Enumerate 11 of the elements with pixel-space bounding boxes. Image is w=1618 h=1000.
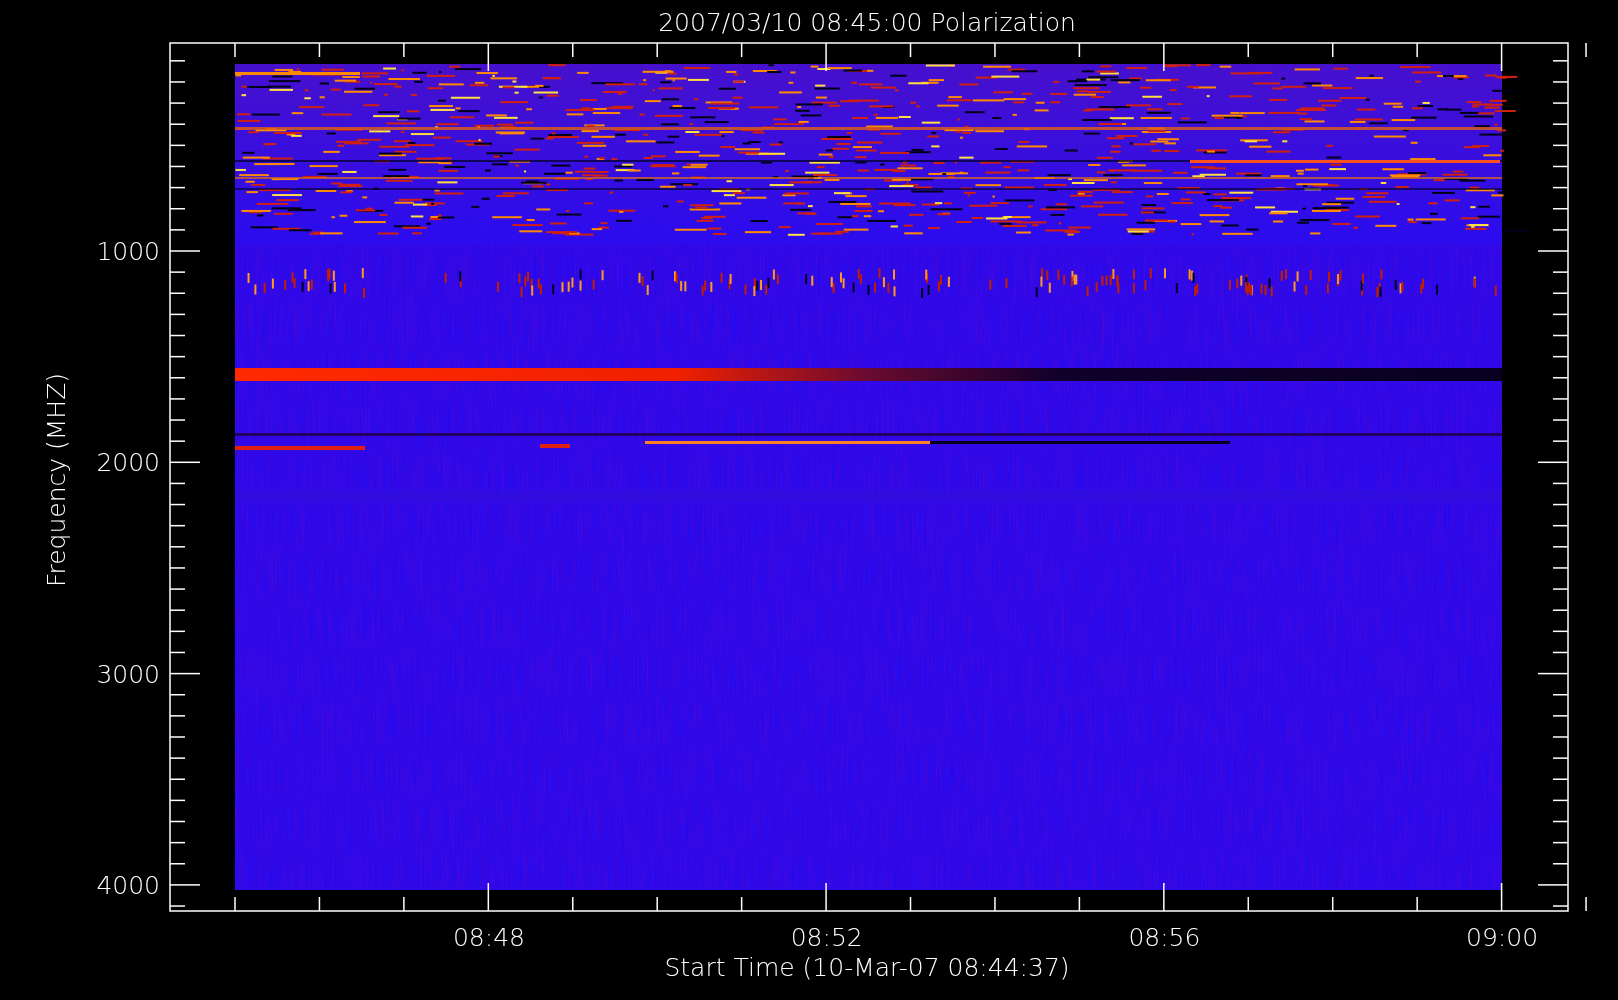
- tick-label: 1000: [96, 237, 160, 266]
- axis-title: Frequency (MHZ): [42, 372, 71, 588]
- tick-label: 08:56: [1128, 923, 1201, 952]
- tick-label: 08:48: [453, 923, 525, 952]
- tick-label: 3000: [96, 659, 160, 689]
- tick-label: 2000: [96, 448, 160, 478]
- tick-label: 09:00: [1466, 923, 1539, 952]
- tick-label: 4000: [96, 870, 160, 900]
- axis-title: Start Time (10-Mar-07 08:44:37): [664, 953, 1070, 982]
- tick-label: 08:52: [790, 923, 863, 952]
- plot-title: 2007/03/10 08:45:00 Polarization: [658, 8, 1076, 37]
